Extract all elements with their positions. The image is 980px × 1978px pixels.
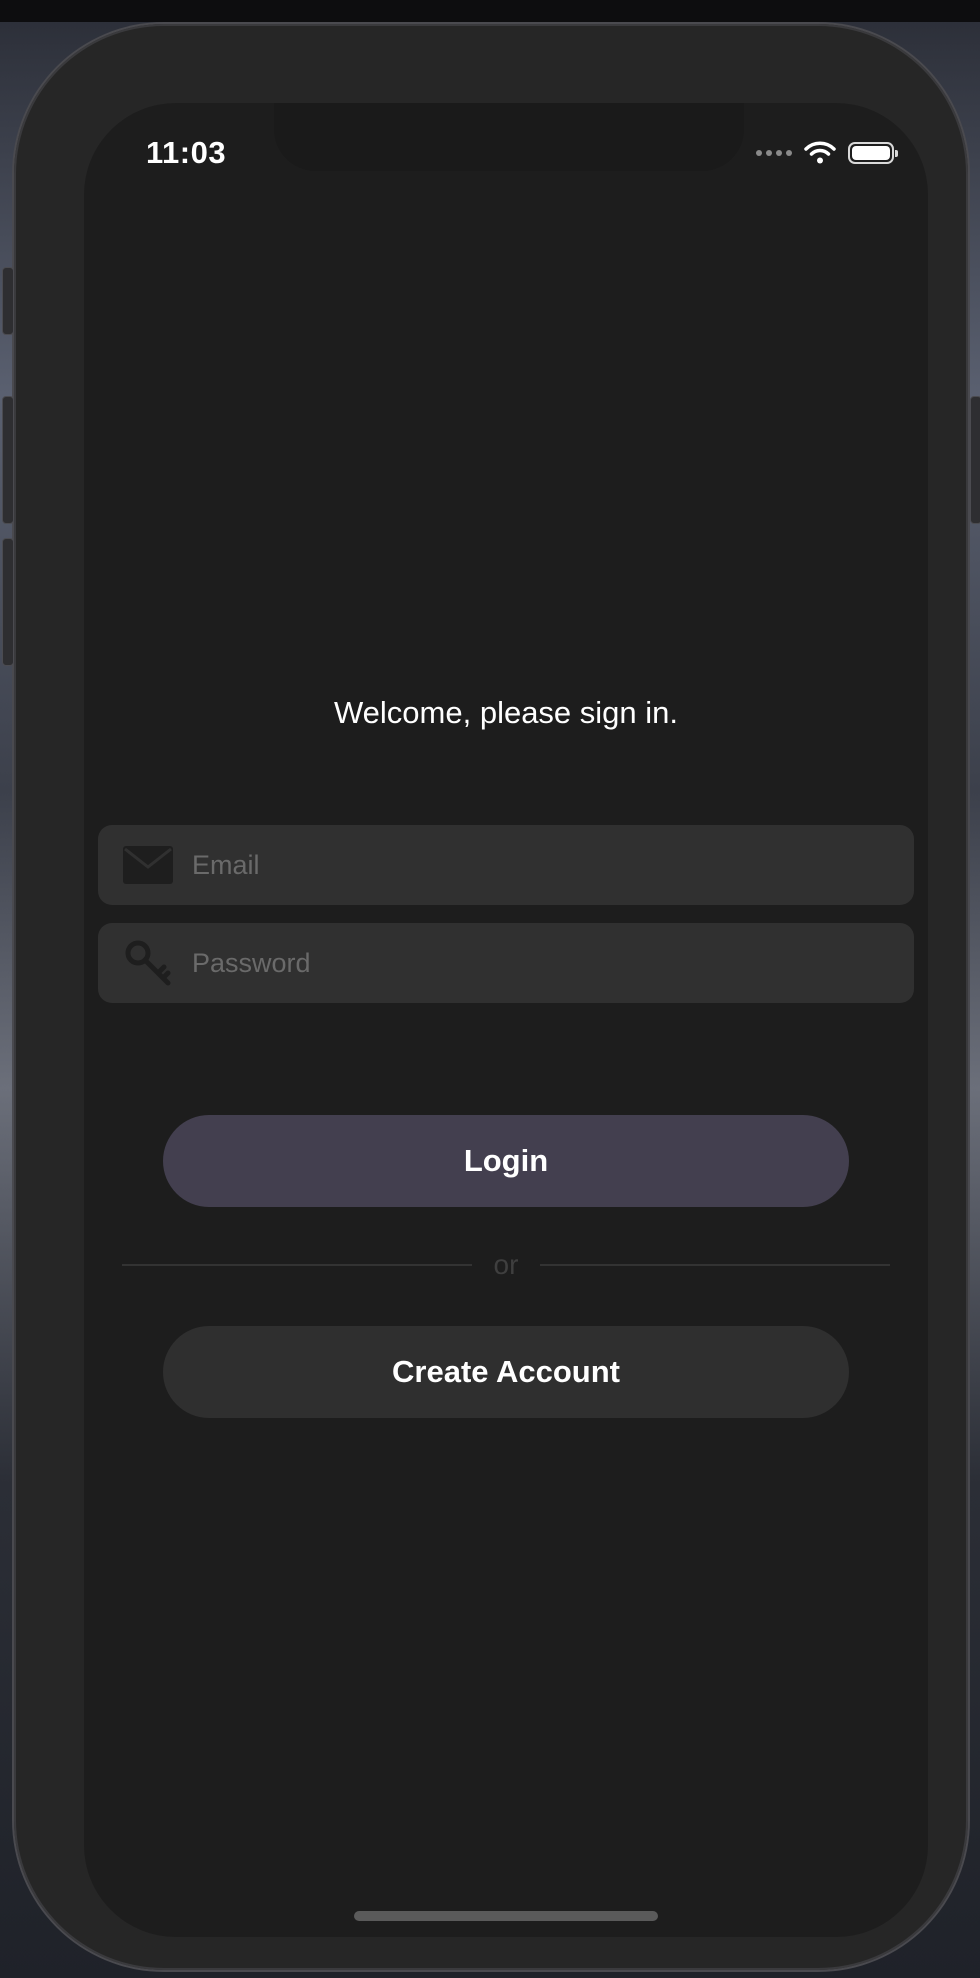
power-button xyxy=(970,396,980,524)
battery-icon xyxy=(848,142,898,164)
home-indicator[interactable] xyxy=(354,1911,658,1921)
email-field[interactable] xyxy=(98,825,914,905)
or-divider: or xyxy=(122,1245,890,1285)
volume-up-button xyxy=(2,396,14,524)
email-input[interactable] xyxy=(190,834,914,896)
status-time: 11:03 xyxy=(146,135,227,170)
welcome-heading: Welcome, please sign in. xyxy=(333,695,679,730)
envelope-icon xyxy=(122,839,174,891)
volume-down-button xyxy=(2,538,14,666)
status-icons xyxy=(756,141,898,165)
login-button[interactable]: Login xyxy=(163,1115,849,1207)
create-account-button[interactable]: Create Account xyxy=(163,1326,849,1418)
password-field[interactable] xyxy=(98,923,914,1003)
app-screen: 11:03 Welcome, please sign in. Email Log… xyxy=(84,103,928,1937)
wifi-icon xyxy=(804,141,836,164)
notch xyxy=(274,103,744,171)
divider-line-left xyxy=(122,1264,472,1266)
key-icon xyxy=(122,937,174,989)
divider-line-right xyxy=(540,1264,890,1266)
divider-label: or xyxy=(493,1249,519,1280)
password-input[interactable] xyxy=(190,932,914,994)
phone-frame: 11:03 Welcome, please sign in. Email Log… xyxy=(2,24,980,1970)
desktop-backdrop xyxy=(0,0,980,22)
cellular-signal-icon xyxy=(756,150,792,156)
mute-switch xyxy=(2,267,14,335)
